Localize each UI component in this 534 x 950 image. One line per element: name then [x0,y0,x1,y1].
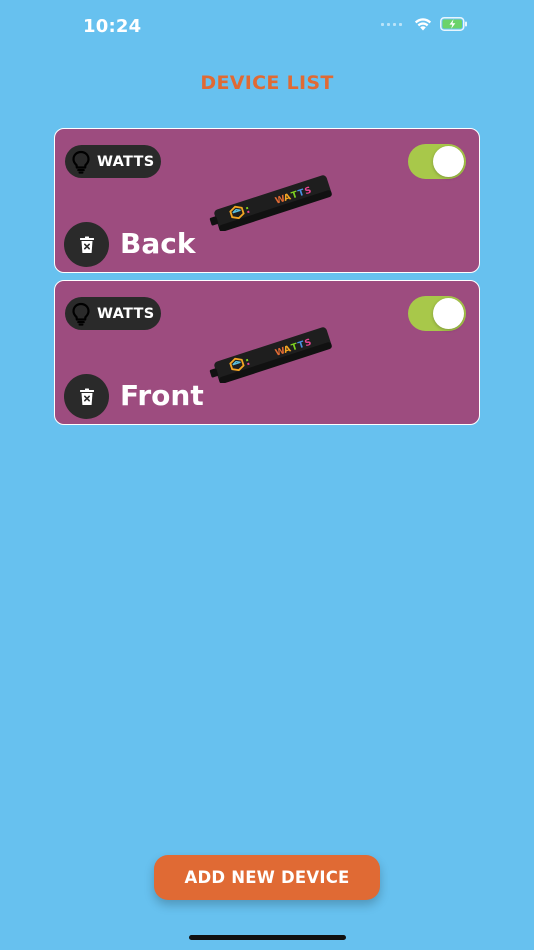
device-list-screen: 10:24 DEVICE LIST WATTS W A T T S Back W… [0,0,534,950]
page-title: DEVICE LIST [200,72,334,94]
toggle-knob [433,146,464,177]
device-card-front[interactable]: WATTS W A T T S Front [54,280,480,425]
device-image: W A T T S [209,327,332,383]
trash-icon [79,236,94,253]
trash-icon [79,388,94,405]
toggle-knob [433,298,464,329]
device-image: W A T T S [209,175,332,231]
device-name: Back [120,227,196,260]
device-name: Front [120,379,204,412]
wifi-icon [414,17,432,31]
brand-badge: WATTS [65,297,161,330]
status-time: 10:24 [83,16,142,37]
home-indicator [189,935,346,940]
add-new-device-button[interactable]: ADD NEW DEVICE [154,855,380,900]
brand-label: WATTS [97,305,155,322]
battery-charging-icon [440,17,468,31]
delete-device-button[interactable] [64,374,109,419]
device-card-back[interactable]: WATTS W A T T S Back [54,128,480,273]
brand-label: WATTS [97,153,155,170]
device-power-toggle[interactable] [408,144,466,179]
signal-icon [381,22,402,26]
status-icons [381,17,468,31]
device-power-toggle[interactable] [408,296,466,331]
bulb-icon [72,150,90,174]
brand-badge: WATTS [65,145,161,178]
bulb-icon [72,302,90,326]
delete-device-button[interactable] [64,222,109,267]
